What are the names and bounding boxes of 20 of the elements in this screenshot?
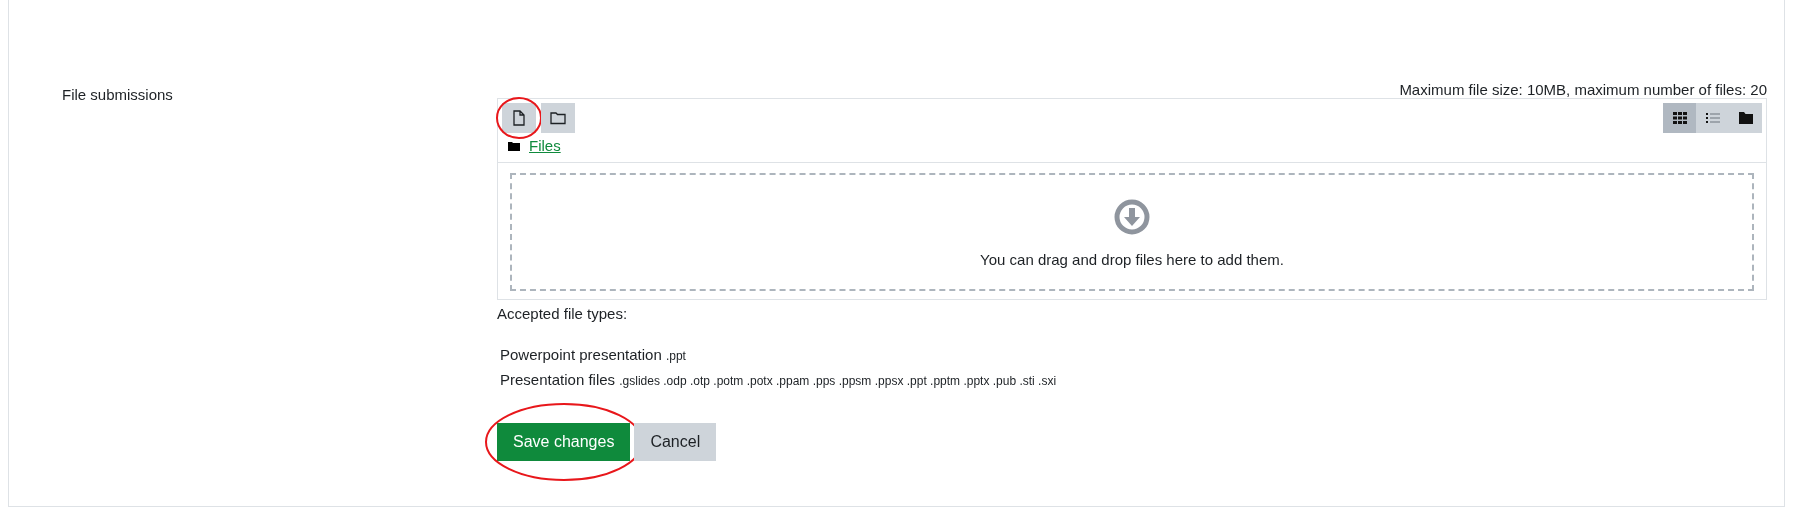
file-limits-text: Maximum file size: 10MB, maximum number of files: 20 — [1399, 83, 1767, 97]
tree-view-button[interactable] — [1729, 103, 1762, 133]
add-file-button[interactable] — [502, 103, 536, 133]
folder-icon — [550, 110, 566, 126]
file-type-line: Presentation files .gslides .odp .otp .potm .potx .ppam .pps .ppsm .ppsx .ppt .pptm .pptx .pub .sti .sxi — [500, 369, 1058, 390]
folder-icon — [1737, 110, 1754, 126]
create-folder-button[interactable] — [541, 103, 575, 133]
file-icon — [511, 110, 527, 126]
grid-view-button[interactable] — [1663, 103, 1696, 133]
files-path-link[interactable]: Files — [529, 135, 561, 158]
grid-icon — [1671, 110, 1688, 126]
cancel-button[interactable]: Cancel — [634, 422, 717, 461]
drop-zone-message: You can drag and drop files here to add them. — [980, 249, 1284, 270]
list-icon — [1704, 110, 1721, 126]
accepted-types-heading: Accepted file types: — [497, 304, 629, 324]
drop-zone[interactable]: You can drag and drop files here to add them. — [510, 172, 1754, 291]
file-type-line: Powerpoint presentation .ppt — [500, 344, 687, 365]
folder-icon — [508, 141, 520, 152]
save-button[interactable]: Save changes — [497, 422, 631, 461]
field-label: File submissions — [62, 86, 173, 103]
